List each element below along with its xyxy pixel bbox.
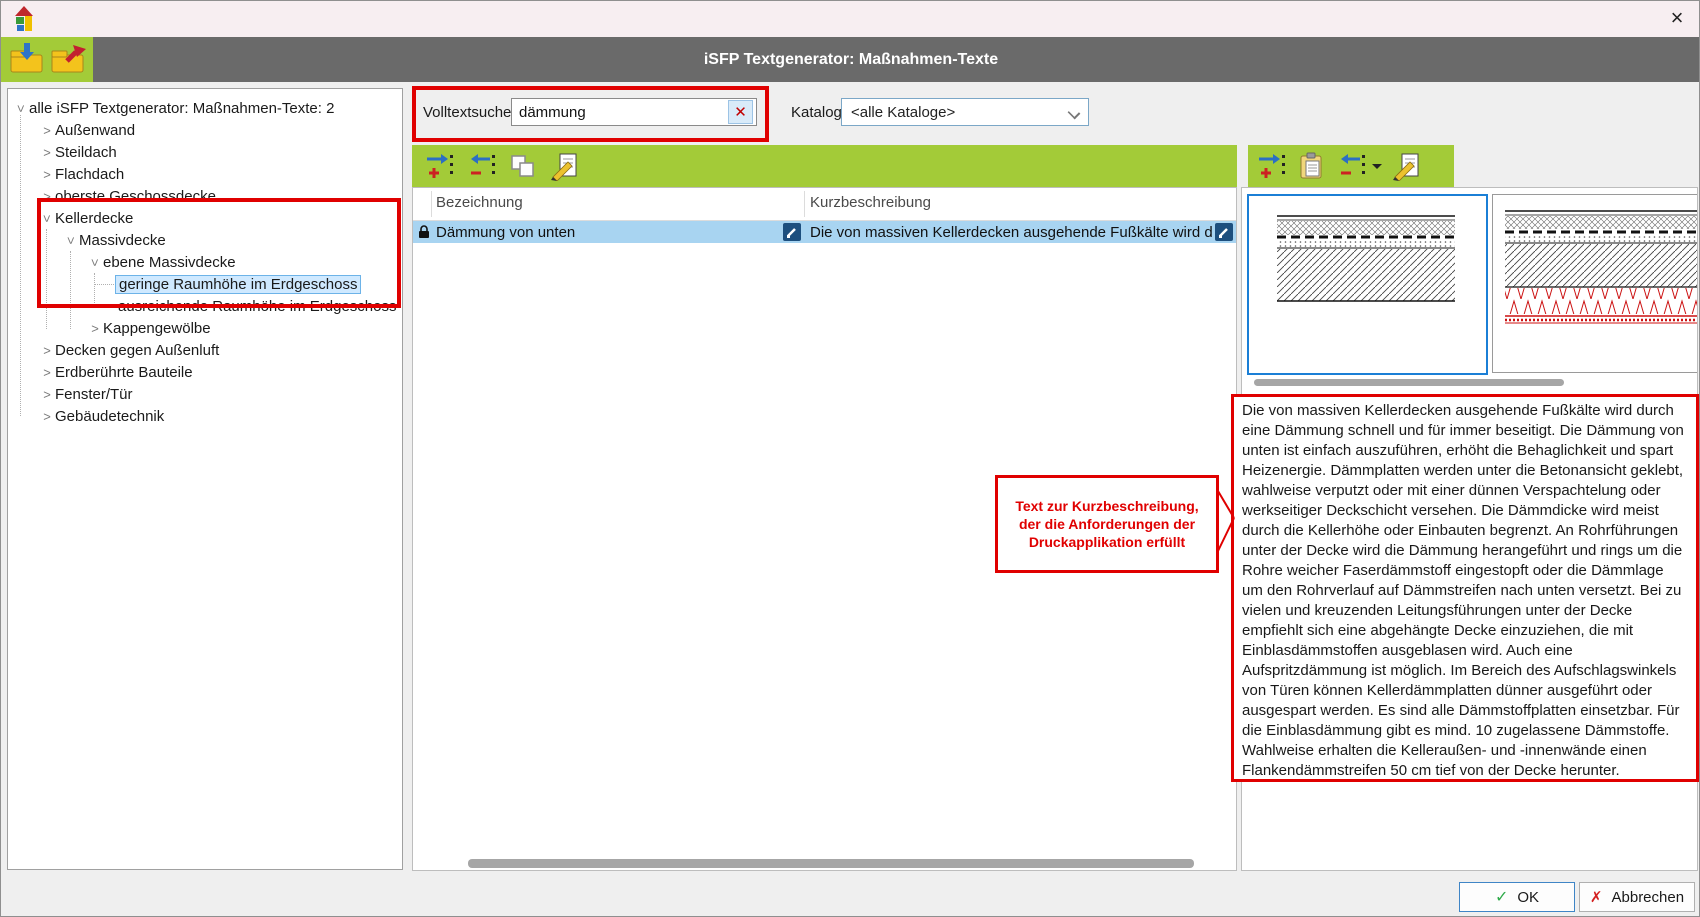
tree-item-kappengewoelbe[interactable]: > Kappengewölbe [1, 317, 481, 339]
horizontal-scrollbar[interactable] [468, 859, 1194, 868]
tree-item-root[interactable]: > alle iSFP Textgenerator: Maßnahmen-Tex… [1, 97, 407, 119]
tree-item-label: Massivdecke [79, 232, 166, 249]
menu-bar [1, 37, 1700, 82]
add-image-icon[interactable] [1256, 151, 1286, 181]
lock-icon [417, 224, 431, 240]
copy-icon[interactable] [508, 151, 538, 181]
isfp-textgenerator-dialog: × iSFP Textgenerator: Maßnahmen-Texte > … [0, 0, 1700, 917]
tree-item-massivdecke[interactable]: > Massivdecke [1, 229, 457, 251]
ceiling-section-thumbnail-selected[interactable] [1247, 194, 1488, 375]
tree-item-ebene-massivdecke[interactable]: > ebene Massivdecke [1, 251, 481, 273]
image-toolbar [1248, 145, 1454, 187]
annotation-connector-line [1209, 461, 1249, 581]
search-clear-button[interactable]: ✕ [728, 100, 753, 124]
tree-item-label: Außenwand [55, 122, 135, 139]
column-header-bezeichnung[interactable]: Bezeichnung [436, 194, 523, 211]
chevron-collapsed-icon[interactable]: > [39, 343, 55, 358]
tree-item-label: Flachdach [55, 166, 124, 183]
tree-item-kellerdecke[interactable]: > Kellerdecke [1, 207, 433, 229]
catalog-select-value: <alle Kataloge> [851, 104, 955, 121]
chevron-down-icon [1068, 107, 1081, 120]
tree-item-erdberuehrte-bauteile[interactable]: > Erdberührte Bauteile [1, 361, 433, 383]
chevron-collapsed-icon[interactable]: > [87, 321, 103, 336]
annotation-callout: Text zur Kurzbeschreibung, der die Anfor… [995, 475, 1219, 573]
tree-item-label: alle iSFP Textgenerator: Maßnahmen-Texte… [29, 100, 334, 117]
text-list-toolbar [412, 145, 1237, 187]
tree-item-label: ebene Massivdecke [103, 254, 236, 271]
table-header: Bezeichnung Kurzbeschreibung [413, 188, 1236, 221]
tree-item-label: ausreichende Raumhöhe im Erdgeschoss [118, 298, 397, 315]
tree-item-flachdach[interactable]: > Flachdach [1, 163, 433, 185]
catalog-select[interactable]: <alle Kataloge> [841, 98, 1089, 126]
chevron-collapsed-icon[interactable]: > [39, 145, 55, 160]
column-separator [431, 191, 432, 217]
cancel-button-label: Abbrechen [1612, 889, 1685, 906]
chevron-collapsed-icon[interactable]: > [39, 167, 55, 182]
tree-item-label: Kellerdecke [55, 210, 133, 227]
catalog-label: Katalog [791, 98, 842, 126]
thumbnail-scrollbar[interactable] [1254, 379, 1564, 386]
column-header-kurzbeschreibung[interactable]: Kurzbeschreibung [810, 194, 931, 211]
tree-item-oberste-geschossdecke[interactable]: > oberste Geschossdecke [1, 185, 433, 207]
tree-item-steildach[interactable]: > Steildach [1, 141, 433, 163]
ceiling-section-thumbnail-2[interactable] [1492, 194, 1698, 373]
tree-item-label: Steildach [55, 144, 117, 161]
chevron-collapsed-icon[interactable]: > [39, 365, 55, 380]
dropdown-caret-icon[interactable] [1372, 164, 1382, 169]
cancel-button[interactable]: ✗ Abbrechen [1579, 882, 1695, 912]
tree-item-aussenwand[interactable]: > Außenwand [1, 119, 433, 141]
row-description-cell: Die von massiven Kellerdecken ausgehende… [810, 221, 1213, 243]
tree-item-label: Erdberührte Bauteile [55, 364, 193, 381]
table-row[interactable]: Dämmung von unten Die von massiven Kelle… [413, 221, 1236, 243]
search-label: Volltextsuche [423, 98, 511, 126]
close-icon[interactable]: × [1661, 3, 1693, 33]
check-icon: ✓ [1495, 887, 1508, 907]
add-entry-icon[interactable] [424, 151, 454, 181]
tree-item-fenster-tuer[interactable]: > Fenster/Tür [1, 383, 433, 405]
chevron-collapsed-icon[interactable]: > [39, 409, 55, 424]
chevron-expanded-icon[interactable]: > [14, 100, 29, 116]
import-folder-icon[interactable] [8, 42, 46, 76]
edit-description-icon[interactable] [1215, 223, 1233, 241]
chevron-collapsed-icon[interactable]: > [39, 123, 55, 138]
ok-button[interactable]: ✓ OK [1459, 882, 1575, 912]
title-bar [1, 1, 1700, 37]
tree-item-decken-gegen-aussenluft[interactable]: > Decken gegen Außenluft [1, 339, 433, 361]
tree-item-gebaeudetechnik[interactable]: > Gebäudetechnik [1, 405, 433, 427]
chevron-expanded-icon[interactable]: > [64, 232, 79, 248]
long-description-text[interactable]: Die von massiven Kellerdecken ausgehende… [1231, 394, 1699, 782]
remove-entry-icon[interactable] [466, 151, 496, 181]
chevron-expanded-icon[interactable]: > [88, 254, 103, 270]
tree-item-label: oberste Geschossdecke [55, 188, 216, 205]
remove-image-icon[interactable] [1336, 151, 1366, 181]
chevron-collapsed-icon[interactable]: > [39, 387, 55, 402]
row-name-cell: Dämmung von unten [436, 221, 784, 243]
column-separator [804, 191, 805, 217]
edit-image-icon[interactable] [1392, 151, 1422, 181]
tree-item-label: Fenster/Tür [55, 386, 133, 403]
file-toolbar [1, 37, 93, 82]
export-folder-icon[interactable] [50, 42, 88, 76]
edit-name-icon[interactable] [783, 223, 801, 241]
tree-item-label-selected: geringe Raumhöhe im Erdgeschoss [115, 275, 361, 294]
ok-button-label: OK [1517, 889, 1539, 906]
chevron-expanded-icon[interactable]: > [40, 210, 55, 226]
search-input[interactable] [511, 98, 757, 126]
chevron-collapsed-icon[interactable]: > [39, 189, 55, 204]
cross-icon: ✗ [1590, 888, 1603, 906]
tree-item-label: Gebäudetechnik [55, 408, 164, 425]
paste-icon[interactable] [1296, 151, 1326, 181]
tree-item-label: Kappengewölbe [103, 320, 211, 337]
edit-text-icon[interactable] [550, 151, 580, 181]
app-logo-icon [14, 6, 36, 33]
tree-item-label: Decken gegen Außenluft [55, 342, 219, 359]
